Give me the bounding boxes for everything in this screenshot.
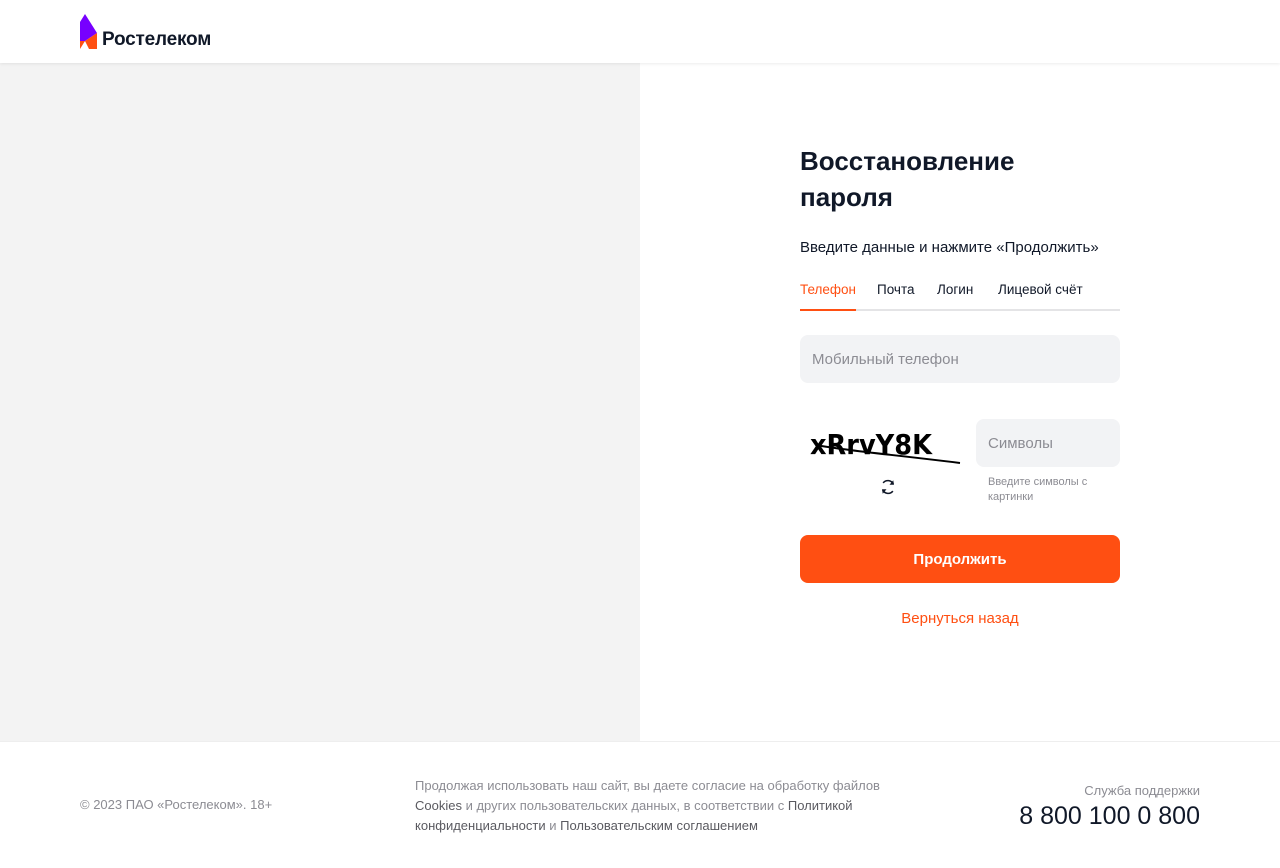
- tab-login[interactable]: Логин: [937, 281, 973, 299]
- support-label: Служба поддержки: [1084, 783, 1200, 798]
- header: Ростелеком: [0, 0, 1280, 63]
- copyright: © 2023 ПАО «Ростелеком». 18+: [80, 797, 273, 812]
- legal-text-2: и других пользовательских данных, в соот…: [461, 798, 788, 813]
- rostelecom-logo-icon: [80, 14, 97, 49]
- captcha-text: xRrvY8K: [810, 428, 933, 461]
- active-tab-indicator: [800, 309, 856, 311]
- cookies-link[interactable]: Cookies: [415, 798, 462, 813]
- phone-input[interactable]: [800, 335, 1120, 383]
- captcha-image: xRrvY8K: [810, 428, 961, 464]
- continue-button[interactable]: Продолжить: [800, 535, 1120, 583]
- tab-email[interactable]: Почта: [877, 281, 915, 299]
- refresh-icon: [882, 479, 894, 495]
- back-link[interactable]: Вернуться назад: [800, 610, 1120, 627]
- refresh-captcha-button[interactable]: [876, 475, 900, 499]
- page-title: Восстановление пароля: [800, 143, 1120, 215]
- rostelecom-logo[interactable]: Ростелеком: [80, 14, 211, 50]
- page-title-line2: пароля: [800, 182, 893, 212]
- captcha-hint: Введите символы с картинки: [988, 476, 1088, 503]
- support-phone[interactable]: 8 800 100 0 800: [1019, 802, 1200, 831]
- legal-text-1: Продолжая использовать наш сайт, вы дает…: [415, 778, 880, 793]
- recovery-method-tabs: Телефон Почта Логин Лицевой счёт: [800, 278, 1120, 311]
- logo-text: Ростелеком: [102, 29, 212, 50]
- form-subtitle: Введите данные и нажмите «Продолжить»: [800, 239, 1099, 256]
- legal-text-3: и: [545, 818, 561, 833]
- tab-phone[interactable]: Телефон: [800, 281, 856, 299]
- tab-account[interactable]: Лицевой счёт: [998, 281, 1083, 299]
- legal-notice: Продолжая использовать наш сайт, вы дает…: [415, 776, 885, 836]
- user-agreement-link[interactable]: Пользовательским соглашением: [560, 818, 758, 833]
- captcha-input[interactable]: [976, 419, 1120, 467]
- left-illustration-panel: [0, 63, 640, 741]
- captcha-block: xRrvY8K: [800, 419, 976, 499]
- page-title-line1: Восстановление: [800, 146, 1015, 176]
- footer: © 2023 ПАО «Ростелеком». 18+ Продолжая и…: [0, 741, 1280, 868]
